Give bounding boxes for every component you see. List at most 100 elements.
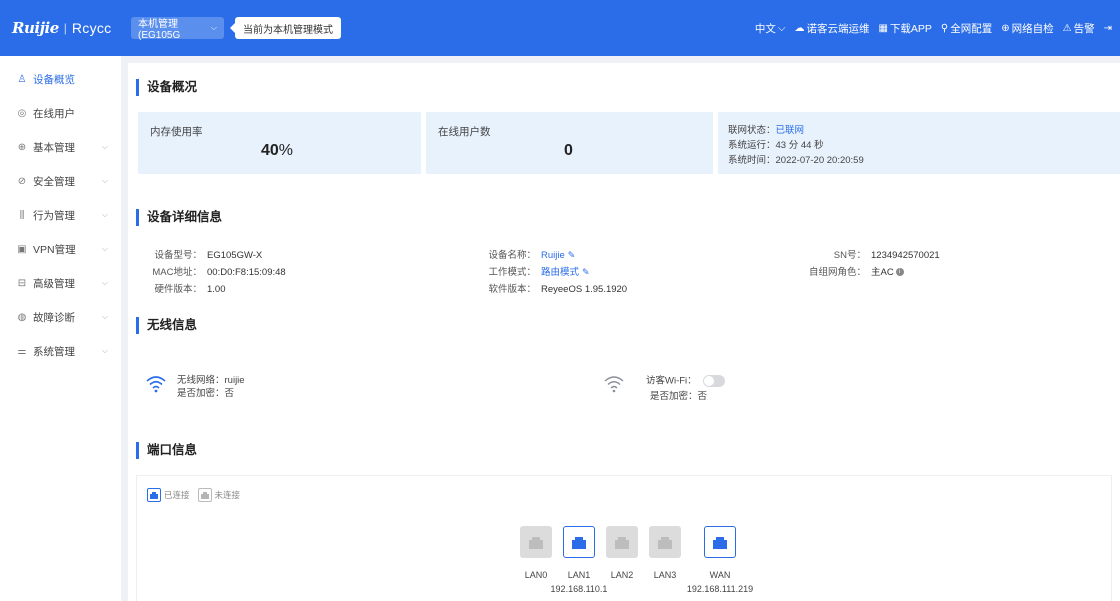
network-config-label: 全网配置 — [950, 22, 993, 35]
sidebar-item-basic[interactable]: ⊕ 基本管理 ⌵ — [0, 130, 121, 164]
online-users-label: 在线用户数 — [438, 126, 491, 138]
ethernet-port-icon — [658, 537, 672, 549]
hw-label: 硬件版本： — [154, 284, 202, 295]
wifi-icon — [146, 376, 166, 393]
encryption-value: 否 — [224, 388, 235, 399]
chevron-down-icon: ⌵ — [101, 278, 108, 287]
port-lan0[interactable] — [520, 526, 552, 558]
monitor-icon: ▣ — [17, 243, 27, 255]
online-users-value: 0 — [564, 142, 573, 159]
top-bar: Ruijie | Rcycc 本机管理(EG105G ⌵ 当前为本机管理模式 中… — [0, 0, 1120, 56]
chevron-down-icon: ⌵ — [101, 210, 108, 219]
network-check-link[interactable]: ⊕ 网络自检 — [1001, 21, 1053, 36]
wireless-title: 无线信息 — [136, 317, 197, 334]
sidebar-item-label: 设备概览 — [33, 73, 75, 86]
systime-value: 2022-07-20 20:20:59 — [775, 155, 864, 166]
guest-encryption-label: 是否加密： — [650, 391, 698, 402]
sidebar-item-advanced[interactable]: ⊟ 高级管理 ⌵ — [0, 266, 121, 300]
sidebar-item-diagnose[interactable]: ◍ 故障诊断 ⌵ — [0, 300, 121, 334]
user-icon: ◎ — [17, 107, 27, 119]
legend-connected-label: 已连接 — [164, 490, 190, 500]
memory-value: 40% — [261, 142, 293, 160]
language-menu[interactable]: 中文 ⌵ — [755, 21, 786, 36]
shield-icon: ⊘ — [17, 175, 27, 187]
alarm-label: 告警 — [1073, 22, 1095, 35]
online-users-card: 在线用户数 0 — [426, 112, 713, 174]
info-icon[interactable]: i — [895, 268, 904, 277]
memory-label: 内存使用率 — [150, 126, 203, 138]
port-wan-label: WAN — [709, 570, 731, 580]
sidebar-item-label: 行为管理 — [33, 209, 75, 222]
cloud-icon: ☁ — [794, 22, 805, 34]
sn-row: SN号： 1234942570021 — [794, 247, 940, 261]
port-lan1[interactable] — [563, 526, 595, 558]
port-wan[interactable] — [704, 526, 736, 558]
work-mode-label: 工作模式： — [488, 267, 536, 278]
logo-brand: Ruijie — [12, 19, 59, 37]
port-lan3[interactable] — [649, 526, 681, 558]
globe-icon: ⊕ — [17, 141, 27, 153]
sidebar-item-security[interactable]: ⊘ 安全管理 ⌵ — [0, 164, 121, 198]
port-lan3-label: LAN3 — [653, 570, 677, 580]
ethernet-port-icon — [529, 537, 543, 549]
legend-disconnected: 未连接 — [197, 488, 241, 502]
chevron-down-icon: ⌵ — [101, 176, 108, 185]
sw-label: 软件版本： — [488, 284, 536, 295]
network-config-link[interactable]: ⚲ 全网配置 — [941, 21, 992, 36]
mode-select[interactable]: 本机管理(EG105G ⌵ — [131, 17, 224, 41]
logout-button[interactable]: ⇥ — [1104, 23, 1112, 34]
device-name-row: 设备名称： Ruijie ✎ — [482, 247, 575, 261]
status-card: 联网状态：已联网 系统运行：43 分 44 秒 系统时间：2022-07-20 … — [718, 112, 1120, 174]
sidebar-item-vpn[interactable]: ▣ VPN管理 ⌵ — [0, 232, 121, 266]
logo-separator: | — [63, 21, 67, 35]
cloud-ops-link[interactable]: ☁ 诺客云端运维 — [794, 21, 869, 36]
port-lan2[interactable] — [606, 526, 638, 558]
diagnose-icon: ◍ — [17, 311, 27, 323]
sidebar-item-label: 高级管理 — [33, 277, 75, 290]
sw-value: ReyeeOS 1.95.1920 — [541, 284, 628, 295]
guest-wifi-row: 访客Wi-Fi： — [646, 375, 725, 388]
systime-line: 系统时间：2022-07-20 20:20:59 — [728, 152, 864, 166]
sidebar-item-system[interactable]: ⚌ 系统管理 ⌵ — [0, 334, 121, 368]
guest-wifi-label: 访客Wi-Fi： — [646, 375, 697, 387]
port-panel: 已连接 未连接 LAN0 LAN1 192.168.110.1 LAN2 LAN… — [136, 475, 1112, 601]
settings-icon: ⚌ — [17, 345, 27, 357]
sn-value: 1234942570021 — [871, 250, 940, 261]
alarm-link[interactable]: ⚠ 告警 — [1063, 21, 1095, 36]
work-mode-value[interactable]: 路由模式 — [541, 267, 579, 278]
role-value: 主AC — [871, 267, 894, 278]
cloud-ops-label: 诺客云端运维 — [806, 22, 870, 35]
search-icon: ⊕ — [1001, 22, 1010, 34]
details-title: 设备详细信息 — [136, 209, 222, 226]
sn-label: SN号： — [833, 250, 866, 261]
download-app-label: 下载APP — [889, 22, 932, 35]
legend-disconnected-label: 未连接 — [214, 490, 241, 500]
chevron-down-icon: ⌵ — [101, 142, 108, 151]
edit-icon[interactable]: ✎ — [582, 267, 590, 277]
sidebar-item-label: VPN管理 — [33, 243, 76, 256]
header-actions: 中文 ⌵ ☁ 诺客云端运维 ▦ 下载APP ⚲ 全网配置 ⊕ 网络自检 ⚠ 告警… — [755, 21, 1120, 36]
topology-icon: ♙ — [17, 73, 27, 85]
sidebar-item-behavior[interactable]: ⫼ 行为管理 ⌵ — [0, 198, 121, 232]
encryption-label: 是否加密： — [177, 388, 225, 399]
role-label: 自组网角色： — [808, 267, 866, 278]
port-disconnected-icon — [197, 488, 212, 502]
main-content: 设备概况 内存使用率 40% 在线用户数 0 联网状态：已联网 系统运行：43 … — [128, 63, 1120, 601]
hw-value: 1.00 — [207, 284, 226, 295]
mode-tooltip: 当前为本机管理模式 — [230, 17, 341, 39]
ethernet-port-icon — [572, 537, 586, 549]
uptime-label: 系统运行： — [728, 140, 776, 151]
sidebar-item-label: 安全管理 — [33, 175, 75, 188]
role-row: 自组网角色： 主AC i — [794, 264, 904, 278]
work-mode-row: 工作模式： 路由模式 ✎ — [482, 264, 590, 278]
device-name-value: Ruijie — [541, 250, 565, 261]
chevron-down-icon: ⌵ — [101, 346, 108, 355]
download-app-link[interactable]: ▦ 下载APP — [878, 21, 931, 36]
guest-wifi-toggle[interactable] — [702, 375, 725, 387]
sidebar-item-overview[interactable]: ♙ 设备概览 — [0, 62, 121, 96]
mac-label: MAC地址： — [152, 267, 202, 278]
uptime-line: 系统运行：43 分 44 秒 — [728, 137, 824, 151]
edit-icon[interactable]: ✎ — [568, 250, 576, 260]
sidebar-item-online-users[interactable]: ◎ 在线用户 — [0, 96, 121, 130]
language-label: 中文 — [754, 22, 776, 35]
